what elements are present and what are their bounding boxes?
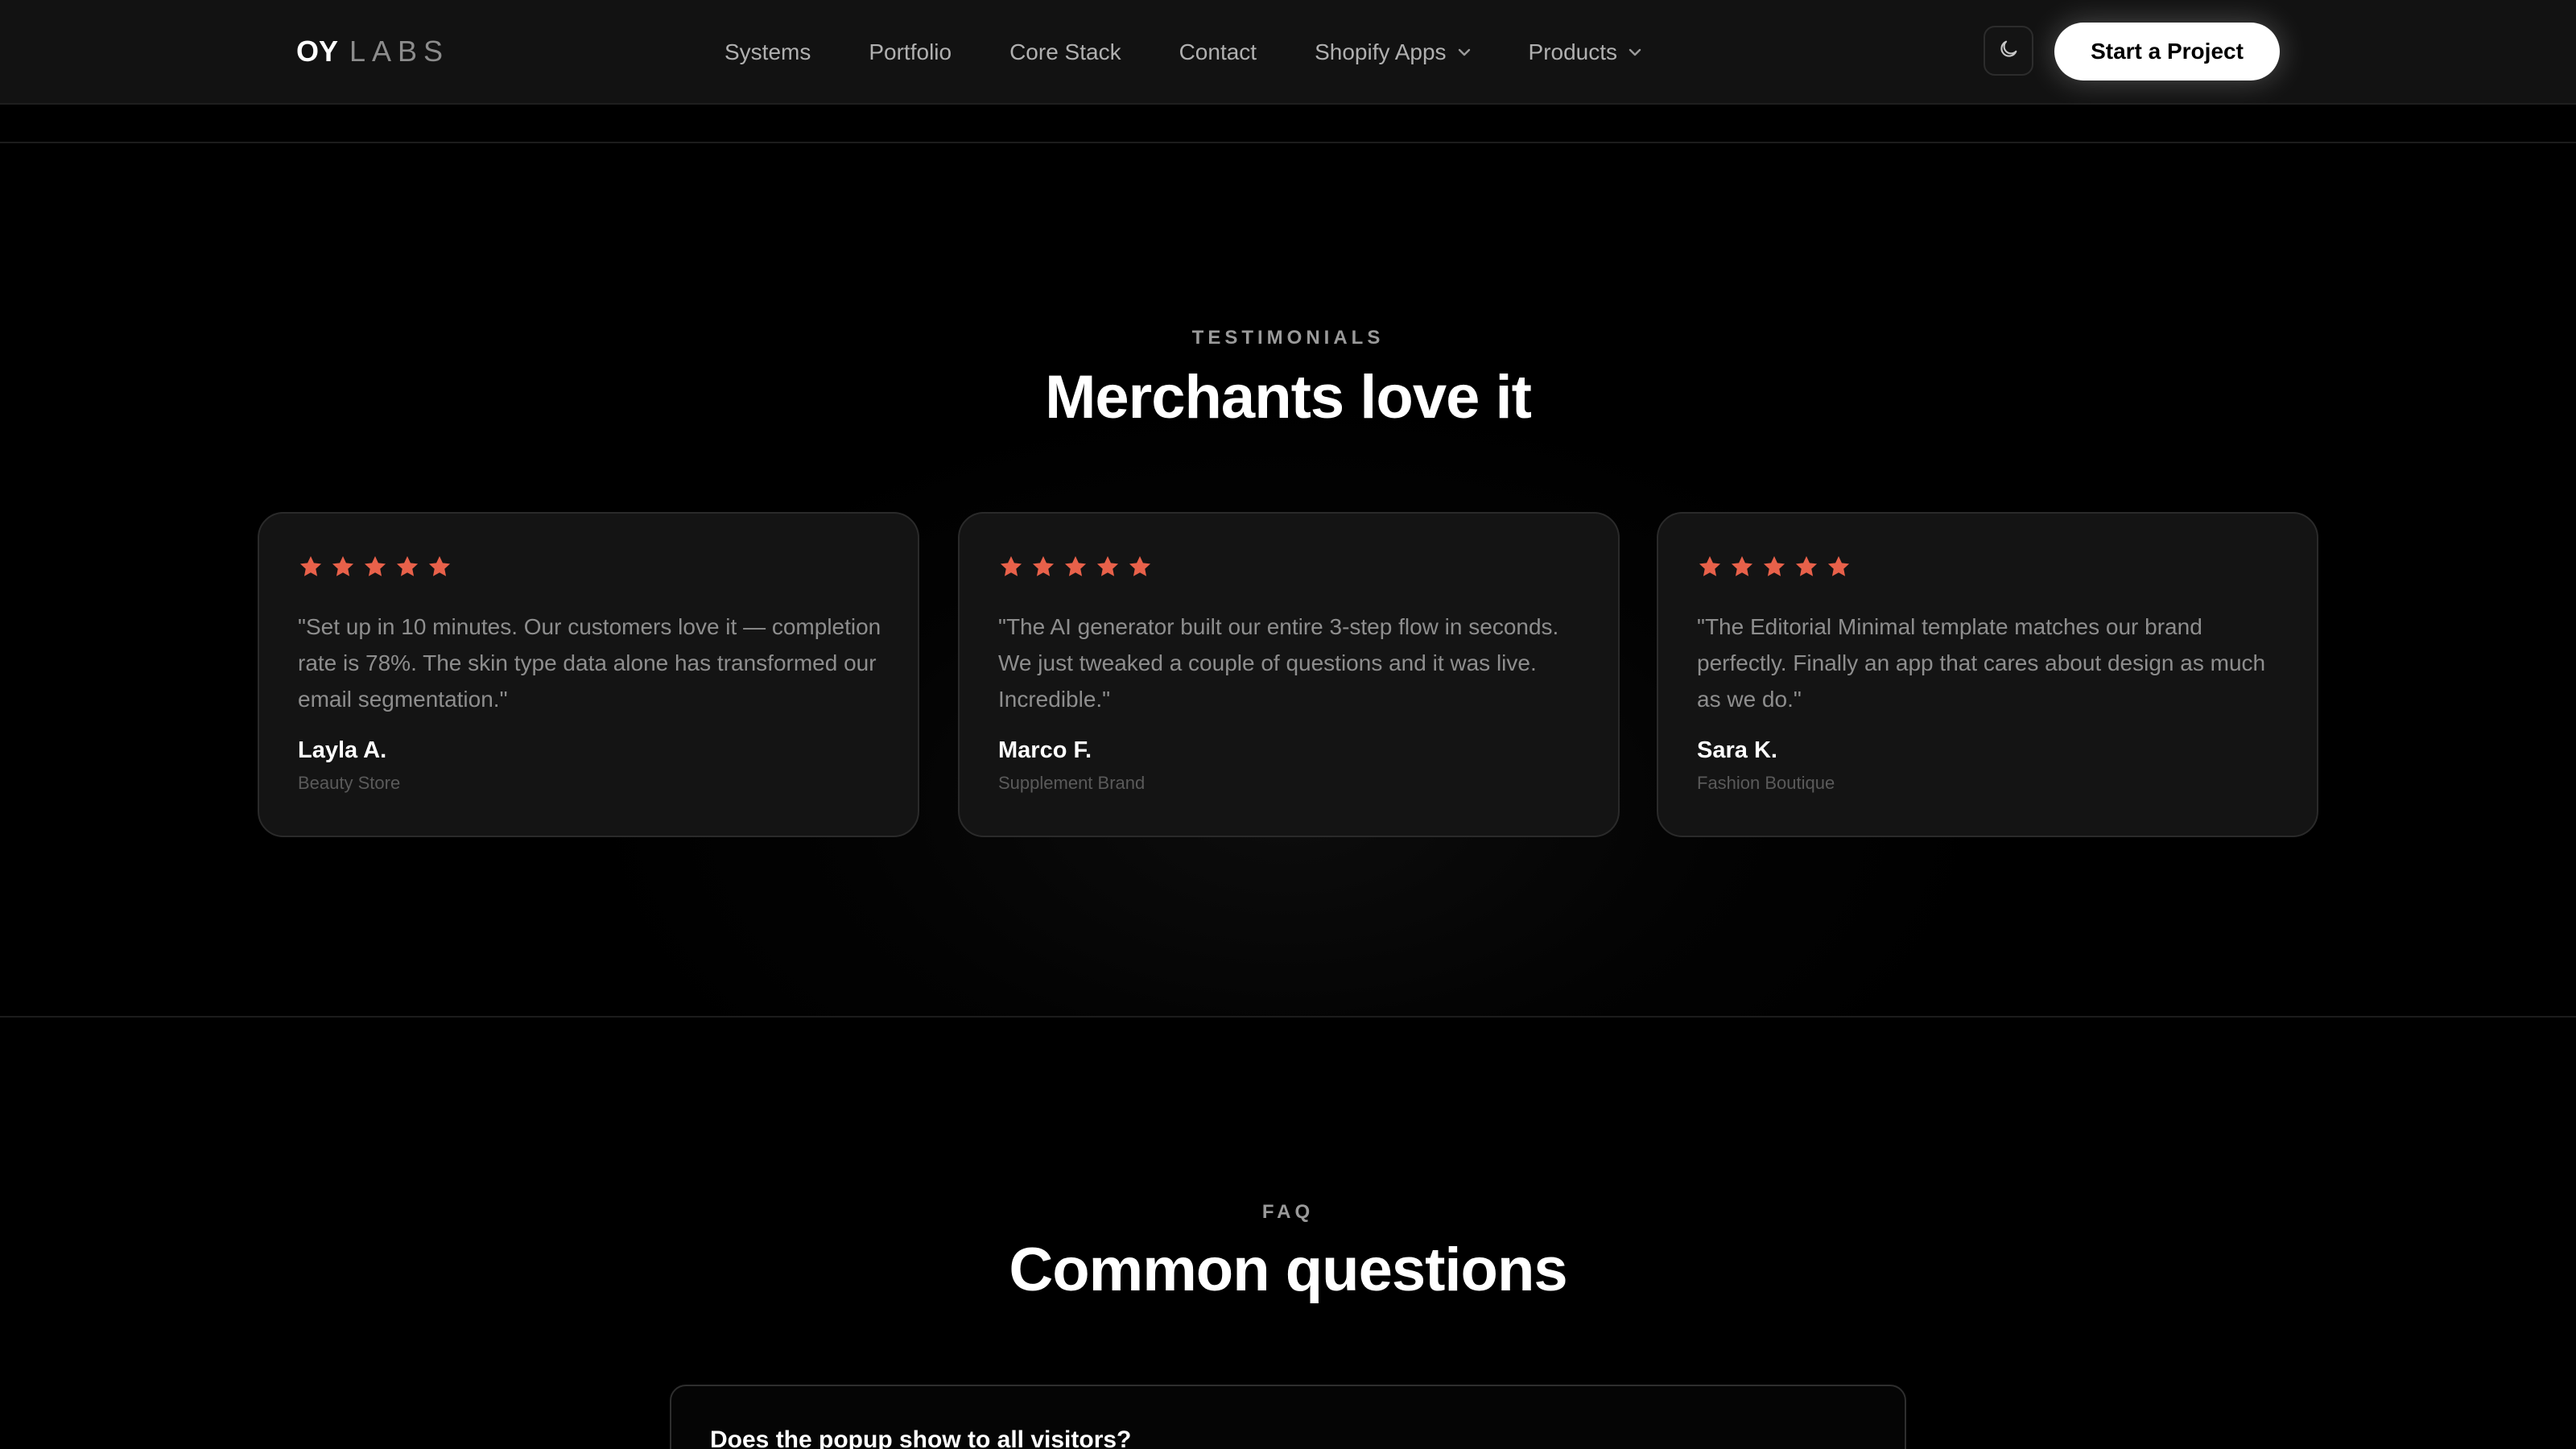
page: OY LABS Systems Portfolio Core Stack Con… [0, 0, 2576, 1449]
nav-link-contact[interactable]: Contact [1179, 39, 1257, 65]
nav-link-label: Products [1528, 39, 1618, 64]
nav-link-label: Portfolio [869, 39, 952, 64]
star-rating [1697, 554, 1858, 580]
nav-link-label: Systems [724, 39, 811, 64]
section-eyebrow: TESTIMONIALS [1191, 327, 1385, 349]
star-icon [1826, 554, 1852, 580]
star-icon [1030, 554, 1056, 580]
star-icon [1794, 554, 1819, 580]
nav-link-label: Contact [1179, 39, 1257, 64]
logo-secondary-text: LABS [349, 35, 450, 68]
nav-link-label: Core Stack [1009, 39, 1121, 64]
section-divider [0, 105, 2576, 143]
nav-link-portfolio[interactable]: Portfolio [869, 39, 952, 65]
chevron-down-icon [1629, 48, 1641, 56]
section-eyebrow: FAQ [1261, 1201, 1315, 1223]
star-icon [330, 554, 356, 580]
star-rating [298, 554, 459, 580]
testimonial-quote: "The Editorial Minimal template matches … [1697, 614, 2266, 712]
nav-link-label: Shopify Apps [1315, 39, 1447, 64]
testimonial-role: Fashion Boutique [1697, 773, 1835, 793]
star-icon [1127, 554, 1153, 580]
testimonial-role: Beauty Store [298, 773, 401, 793]
main-nav: Systems Portfolio Core Stack Contact Sho… [724, 32, 1641, 72]
nav-dropdown-products[interactable]: Products [1529, 39, 1642, 65]
star-rating [998, 554, 1159, 580]
testimonial-author: Marco F. [998, 737, 1092, 763]
testimonial-quote: "Set up in 10 minutes. Our customers lov… [298, 614, 881, 712]
testimonial-author: Sara K. [1697, 737, 1777, 763]
theme-toggle-button[interactable] [1984, 26, 2033, 76]
star-icon [362, 554, 388, 580]
star-icon [298, 554, 324, 580]
faq-section: FAQ Common questions Does the popup show… [0, 1018, 2576, 1449]
nav-link-core-stack[interactable]: Core Stack [1009, 39, 1121, 65]
logo[interactable]: OY LABS [296, 34, 449, 69]
testimonial-card: "The Editorial Minimal template matches … [1657, 512, 2318, 837]
star-icon [1095, 554, 1121, 580]
start-project-button[interactable]: Start a Project [2054, 23, 2280, 80]
testimonial-role: Supplement Brand [998, 773, 1146, 793]
star-icon [1729, 554, 1755, 580]
star-icon [1063, 554, 1088, 580]
section-title: Common questions [1009, 1236, 1567, 1304]
star-icon [998, 554, 1024, 580]
top-navbar: OY LABS Systems Portfolio Core Stack Con… [0, 0, 2576, 105]
testimonials-section: TESTIMONIALS Merchants love it "Set up i… [0, 143, 2576, 1018]
nav-dropdown-shopify-apps[interactable]: Shopify Apps [1315, 39, 1470, 65]
star-icon [1761, 554, 1787, 580]
testimonial-card: "The AI generator built our entire 3-ste… [958, 512, 1620, 837]
section-title: Merchants love it [1045, 363, 1532, 431]
logo-primary-text: OY [296, 35, 339, 68]
faq-question: Does the popup show to all visitors? [710, 1426, 1132, 1449]
chevron-down-icon [1458, 48, 1471, 56]
testimonial-card: "Set up in 10 minutes. Our customers lov… [258, 512, 919, 837]
star-icon [1697, 554, 1723, 580]
moon-icon [1997, 38, 2020, 64]
nav-link-systems[interactable]: Systems [724, 39, 811, 65]
faq-item[interactable]: Does the popup show to all visitors? [670, 1385, 1906, 1449]
testimonial-author: Layla A. [298, 737, 387, 763]
star-icon [394, 554, 420, 580]
testimonial-quote: "The AI generator built our entire 3-ste… [998, 614, 1559, 712]
star-icon [427, 554, 452, 580]
